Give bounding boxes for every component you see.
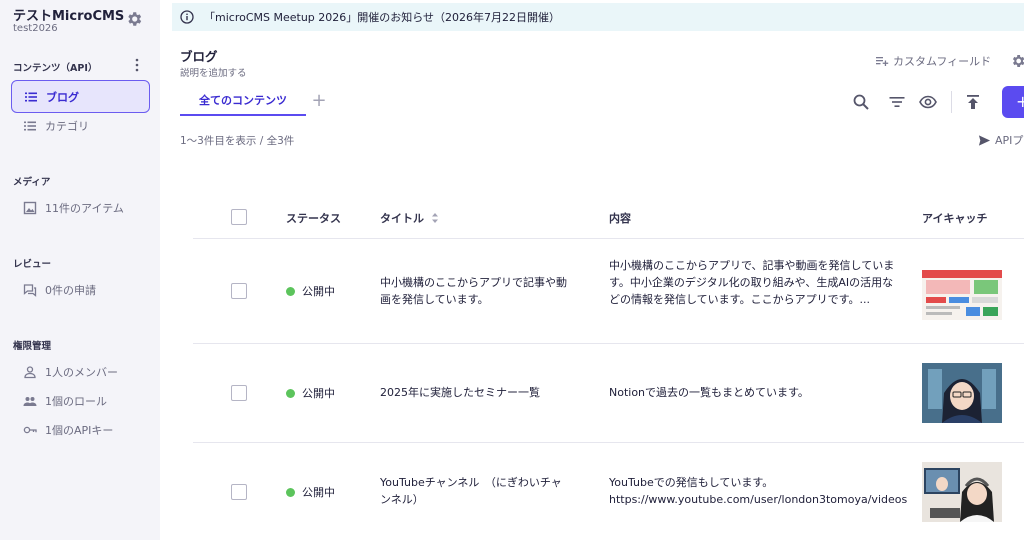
announcement-banner[interactable]: 「microCMS Meetup 2026」開催のお知らせ（2026年7月22日… xyxy=(172,3,1024,31)
eye-icon[interactable] xyxy=(919,93,937,111)
sidebar-item-label: 1人のメンバー xyxy=(45,365,118,379)
published-dot xyxy=(286,388,295,398)
sidebar-item-label: カテゴリ xyxy=(45,119,89,133)
row-content: YouTubeでの発信もしています。 https://www.youtube.c… xyxy=(609,476,908,506)
add-content-button[interactable]: + xyxy=(1002,86,1024,118)
row-divider xyxy=(193,343,1024,344)
column-header-eyecatch: アイキャッチ xyxy=(922,212,988,225)
select-all-checkbox[interactable] xyxy=(231,209,247,225)
section-review: レビュー xyxy=(13,259,52,270)
sidebar-item-review[interactable]: 0件の申請 xyxy=(11,273,150,306)
tab-all-contents[interactable]: 全てのコンテンツ xyxy=(180,90,306,116)
published-dot xyxy=(286,286,295,296)
row-title[interactable]: 2025年に実施したセミナー一覧 xyxy=(380,384,570,401)
sidebar-item-api-keys[interactable]: 1個のAPIキー xyxy=(11,413,150,446)
api-preview-label: APIプ xyxy=(995,134,1024,147)
row-checkbox[interactable] xyxy=(231,283,247,299)
eyecatch-thumbnail xyxy=(922,270,1002,320)
status-label: 公開中 xyxy=(302,285,335,298)
status-badge: 公開中 xyxy=(286,283,335,299)
result-count: 1〜3件目を表示 / 全3件 xyxy=(180,135,295,147)
page-title: ブログ xyxy=(180,49,218,64)
sidebar: テストMicroCMS test2026 コンテンツ（API） ブログ カテゴリ… xyxy=(0,0,160,540)
key-icon xyxy=(23,426,37,433)
row-checkbox[interactable] xyxy=(231,484,247,500)
section-media: メディア xyxy=(13,177,51,188)
status-badge: 公開中 xyxy=(286,385,335,401)
sidebar-item-label: 1個のロール xyxy=(45,394,107,408)
upload-icon[interactable] xyxy=(964,93,982,111)
list-icon xyxy=(25,92,37,101)
sidebar-item-label: 0件の申請 xyxy=(45,283,96,297)
banner-text: 「microCMS Meetup 2026」開催のお知らせ（2026年7月22日… xyxy=(204,11,561,24)
toolbar-divider xyxy=(951,91,952,113)
column-header-title-label: タイトル xyxy=(380,212,424,225)
eyecatch-thumbnail xyxy=(922,462,1002,522)
app-name[interactable]: テストMicroCMS xyxy=(13,5,124,24)
column-header-status: ステータス xyxy=(286,212,341,225)
app-id: test2026 xyxy=(13,23,58,34)
sidebar-item-category[interactable]: カテゴリ xyxy=(11,109,150,142)
row-checkbox[interactable] xyxy=(231,385,247,401)
eyecatch-thumbnail xyxy=(922,363,1002,423)
more-vertical-icon[interactable] xyxy=(132,57,142,73)
sidebar-item-media[interactable]: 11件のアイテム xyxy=(11,191,150,224)
row-divider xyxy=(193,442,1024,443)
person-icon xyxy=(24,365,36,378)
add-description-link[interactable]: 説明を追加する xyxy=(180,65,247,79)
sort-icon[interactable] xyxy=(430,212,440,224)
gear-icon[interactable] xyxy=(125,10,143,28)
status-label: 公開中 xyxy=(302,486,335,499)
row-divider xyxy=(193,238,1024,239)
add-tab-button[interactable]: + xyxy=(311,91,327,111)
search-icon[interactable] xyxy=(852,93,870,111)
section-permissions: 権限管理 xyxy=(13,341,52,352)
status-badge: 公開中 xyxy=(286,484,335,500)
info-icon xyxy=(180,10,194,24)
gear-icon[interactable] xyxy=(1010,53,1024,69)
row-title[interactable]: YouTubeチャンネル （にぎわいチャンネル） xyxy=(380,474,570,508)
api-preview-button[interactable]: APIプ xyxy=(978,132,1023,148)
section-contents: コンテンツ（API） xyxy=(13,63,98,74)
custom-field-label: カスタムフィールド xyxy=(893,55,992,68)
list-icon xyxy=(24,121,36,130)
filter-icon[interactable] xyxy=(888,93,906,111)
sidebar-item-label: 11件のアイテム xyxy=(45,201,124,215)
row-title[interactable]: 中小機構のここからアプリで記事や動画を発信しています。 xyxy=(380,274,570,308)
published-dot xyxy=(286,487,295,497)
playlist-add-icon xyxy=(876,57,889,66)
sidebar-item-label: ブログ xyxy=(46,90,79,104)
image-icon xyxy=(23,201,37,214)
custom-field-button[interactable]: カスタムフィールド xyxy=(875,53,991,69)
column-header-title[interactable]: タイトル xyxy=(380,210,440,226)
status-label: 公開中 xyxy=(302,387,335,400)
column-header-content: 内容 xyxy=(609,212,631,225)
row-content: 中小機構のここからアプリで、記事や動画を発信しています。中小企業のデジタル化の取… xyxy=(609,259,895,306)
review-icon xyxy=(23,283,37,297)
sidebar-item-label: 1個のAPIキー xyxy=(45,423,114,437)
send-icon xyxy=(978,134,991,146)
group-icon xyxy=(23,396,37,406)
row-content: Notionで過去の一覧もまとめています。 xyxy=(609,386,809,399)
